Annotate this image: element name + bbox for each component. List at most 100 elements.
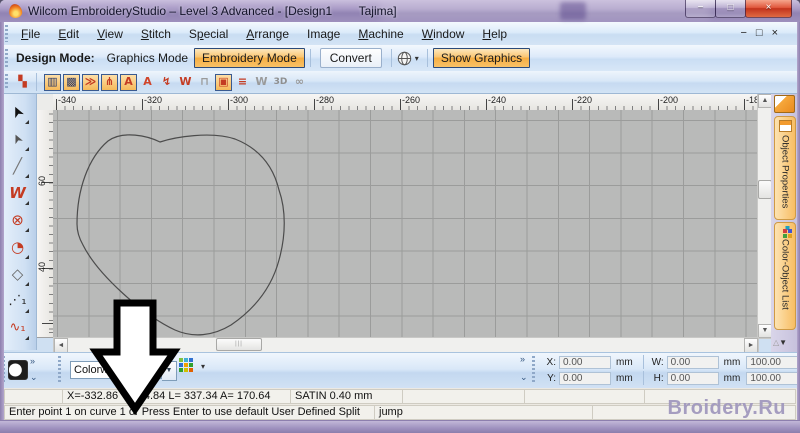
ruler-label: -280	[316, 95, 334, 105]
menu-item-machine[interactable]: Machine	[349, 24, 412, 44]
freehand-open-tool-icon: W	[9, 181, 26, 205]
toolbar-grip[interactable]	[532, 356, 535, 382]
menu-item-file[interactable]: File	[12, 24, 49, 44]
freehand-closed-tool[interactable]: ⊗	[5, 208, 30, 233]
window-border-left	[0, 22, 4, 420]
input-b-icon[interactable]: A	[139, 74, 156, 91]
object-properties-icon	[779, 120, 792, 132]
separator	[36, 73, 37, 91]
dock-down-icon[interactable]: ▼	[779, 338, 787, 347]
tab-label: Object Properties	[780, 135, 791, 208]
tab-label: Color-Object List	[780, 239, 791, 310]
graphics-mode-button[interactable]: Graphics Mode	[101, 48, 194, 68]
satin-stitch-icon[interactable]: ▥	[44, 74, 61, 91]
menu-item-stitch[interactable]: Stitch	[132, 24, 180, 44]
y-input[interactable]	[559, 372, 611, 385]
status-empty-panel	[524, 389, 650, 404]
overflow-dropdown-icon[interactable]: ⌄	[520, 372, 528, 383]
title-bar[interactable]: Wilcom EmbroideryStudio – Level 3 Advanc…	[0, 0, 800, 22]
scroll-down-icon[interactable]: ▼	[758, 324, 772, 338]
tab-object-properties[interactable]: Object Properties	[774, 116, 796, 220]
closed-object-tool[interactable]: ◔	[5, 235, 30, 260]
glasses-icon[interactable]: ∞	[291, 74, 308, 91]
select-tool-icon: ➤	[4, 101, 31, 123]
application-window: Wilcom EmbroideryStudio – Level 3 Advanc…	[0, 0, 800, 433]
colorway-palette-icon[interactable]	[184, 363, 188, 367]
toolbar-grip[interactable]	[5, 25, 8, 41]
palette-icon[interactable]	[8, 360, 28, 380]
three-d-icon[interactable]: 3D	[272, 74, 289, 91]
x-input[interactable]	[559, 356, 611, 369]
select-tool[interactable]: ➤	[5, 100, 30, 125]
overflow-dropdown-icon[interactable]: ⌄	[30, 372, 38, 383]
h-label: H:	[648, 373, 664, 384]
overflow-chevron-icon[interactable]: »	[520, 354, 525, 364]
scale-y-input[interactable]	[746, 372, 798, 385]
menu-item-special[interactable]: Special	[180, 24, 237, 44]
input-a-icon[interactable]: A	[120, 74, 137, 91]
scroll-left-icon[interactable]: ◄	[54, 338, 68, 353]
status-empty-panel	[4, 389, 68, 404]
status-stitch-type: SATIN 0.40 mm	[290, 389, 408, 404]
toolbar-grip[interactable]	[5, 49, 8, 67]
ruler-label: -220	[574, 95, 592, 105]
menu-item-help[interactable]: Help	[473, 24, 516, 44]
overflow-chevron-icon[interactable]: »	[30, 356, 35, 366]
ruler-label: -340	[58, 95, 76, 105]
mdi-minimize-button[interactable]: −	[740, 27, 746, 39]
ruler-label: 60	[37, 176, 47, 186]
globe-dropdown-caret[interactable]: ▾	[415, 54, 419, 63]
motif-w-icon[interactable]: W	[253, 74, 270, 91]
status-prompt: Enter point 1 on curve 1 or Press Enter …	[4, 405, 380, 420]
freehand-open-tool[interactable]: W	[5, 181, 30, 206]
lightning-stitch-icon[interactable]: ↯	[158, 74, 175, 91]
motif-run-icon[interactable]: W	[177, 74, 194, 91]
scroll-right-icon[interactable]: ►	[744, 338, 758, 353]
mdi-restore-button[interactable]: □	[756, 27, 763, 39]
close-button[interactable]: ×	[745, 0, 792, 18]
scale-x-input[interactable]	[746, 356, 798, 369]
ruler-label: -260	[402, 95, 420, 105]
w-label: W:	[648, 357, 664, 368]
palette-dropdown-caret[interactable]: ▾	[201, 362, 205, 371]
y-label: Y:	[540, 373, 556, 384]
scroll-up-icon[interactable]: ▲	[758, 94, 772, 108]
toolbar-grip[interactable]	[5, 74, 8, 89]
vertical-scroll-thumb[interactable]	[758, 180, 772, 199]
fan-stitch-icon[interactable]: ⋔	[101, 74, 118, 91]
menu-item-edit[interactable]: Edit	[49, 24, 88, 44]
globe-icon[interactable]	[397, 51, 412, 66]
menu-bar: File Edit View Stitch Special Arrange Im…	[0, 22, 800, 46]
minimize-button[interactable]: −	[685, 0, 716, 18]
reshape-tool[interactable]: ➤	[5, 127, 30, 152]
reshape-object-tool-icon: ◇	[12, 262, 24, 286]
menu-item-arrange[interactable]: Arrange	[237, 24, 298, 44]
zigzag-stitch-icon[interactable]: ≫	[82, 74, 99, 91]
menu-item-window[interactable]: Window	[413, 24, 474, 44]
tatami-stitch-icon[interactable]: ▩	[63, 74, 80, 91]
weave-stitch-icon[interactable]: ▚	[14, 74, 31, 91]
reshape-object-tool[interactable]: ◇	[5, 262, 30, 287]
horizontal-scroll-thumb[interactable]: |||	[216, 338, 262, 351]
transform-row-y: Y: mm H: mm %	[540, 371, 800, 385]
h-input[interactable]	[667, 372, 719, 385]
show-graphics-button[interactable]: Show Graphics	[433, 48, 530, 68]
knife-tool[interactable]: ╱	[5, 154, 30, 179]
embroidery-mode-button[interactable]: Embroidery Mode	[194, 48, 305, 68]
picture-tool-icon[interactable]	[774, 95, 795, 113]
maximize-button[interactable]: □	[715, 0, 746, 18]
menu-item-image[interactable]: Image	[298, 24, 349, 44]
mdi-close-button[interactable]: ×	[772, 27, 778, 39]
w-input[interactable]	[667, 356, 719, 369]
run-stitch-tool[interactable]: ⋰₁	[5, 289, 30, 314]
applique-icon[interactable]: ▣	[215, 74, 232, 91]
convert-button[interactable]: Convert	[320, 48, 382, 68]
polyline-tool[interactable]: ∿₁	[5, 316, 30, 341]
separator	[391, 49, 392, 67]
square-wave-icon[interactable]: ⊓	[196, 74, 213, 91]
tab-color-object-list[interactable]: Color-Object List	[774, 222, 796, 330]
toolbar-grip[interactable]	[58, 356, 61, 382]
menu-item-view[interactable]: View	[88, 24, 132, 44]
stitch-lines-icon[interactable]: ≡	[234, 74, 251, 91]
ruler-label: -320	[144, 95, 162, 105]
